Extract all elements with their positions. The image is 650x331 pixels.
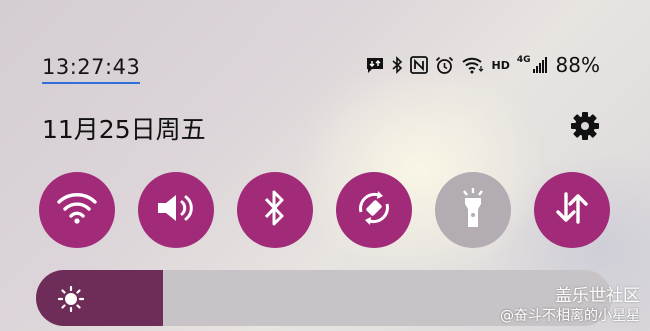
wifi-icon (461, 56, 485, 74)
sun-icon (57, 285, 85, 316)
status-icons: HD 4G 88% (365, 53, 600, 77)
flashlight-toggle-button[interactable] (435, 172, 511, 248)
clock[interactable]: 13:27:43 (42, 55, 141, 84)
cellular-signal-icon (532, 56, 547, 74)
mobile-data-toggle-button[interactable] (534, 172, 610, 248)
hd-icon: HD (491, 58, 510, 72)
cellular-generation-label: 4G (516, 55, 531, 65)
message-notification-icon (365, 56, 385, 74)
date-label[interactable]: 11月25日周五 (42, 110, 206, 146)
rotate-icon (352, 186, 396, 234)
bluetooth-icon (260, 188, 290, 232)
auto-rotate-toggle-button[interactable] (336, 172, 412, 248)
alarm-icon (435, 56, 454, 75)
wifi-toggle-button[interactable] (39, 172, 115, 248)
wifi-icon (55, 190, 99, 230)
data-transfer-icon (552, 188, 592, 232)
bluetooth-icon (392, 56, 403, 74)
nfc-icon (409, 56, 428, 74)
sound-toggle-button[interactable] (138, 172, 214, 248)
bluetooth-toggle-button[interactable] (237, 172, 313, 248)
watermark-author: @奋斗不相离的小星星 (500, 308, 640, 324)
battery-percentage: 88% (555, 53, 600, 77)
brightness-slider-fill (36, 270, 163, 326)
flashlight-icon (458, 186, 488, 234)
gear-icon[interactable] (567, 108, 603, 144)
watermark-brand: 盖乐世社区 (555, 286, 640, 306)
speaker-icon (154, 190, 198, 230)
